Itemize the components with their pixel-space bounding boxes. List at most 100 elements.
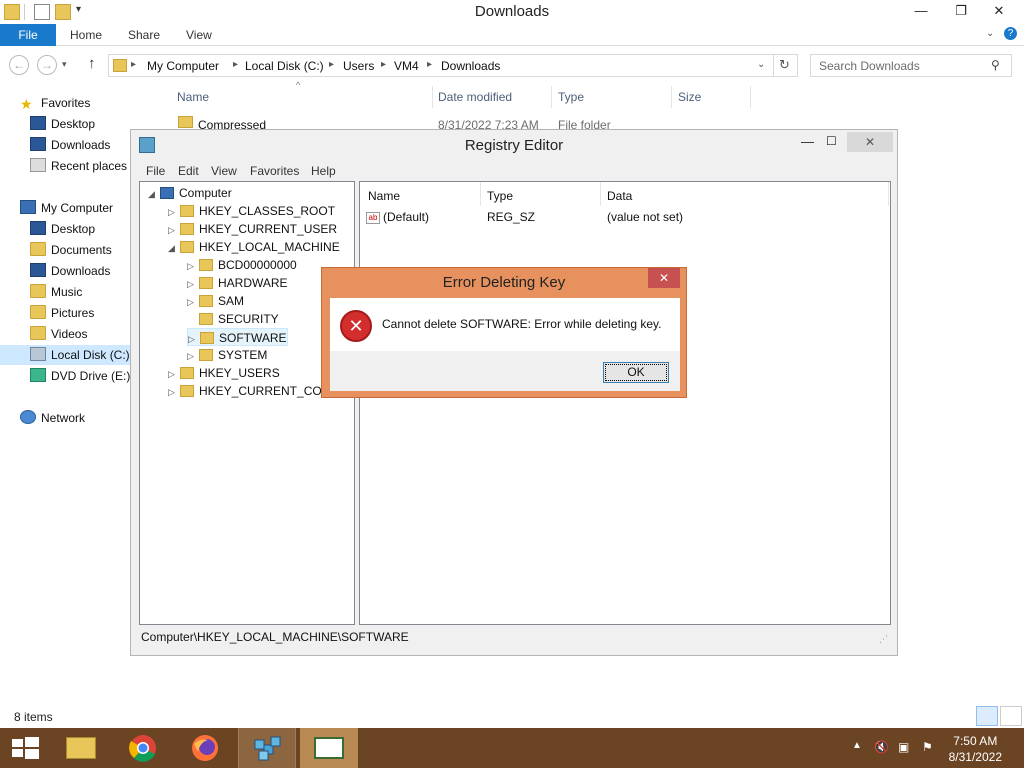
close-button[interactable]: ✕: [847, 132, 893, 152]
tree-label: Computer: [179, 186, 232, 200]
menu-file[interactable]: File: [146, 164, 165, 178]
breadcrumb-separator[interactable]: ▸: [329, 59, 334, 70]
recent-locations-icon[interactable]: ▾: [62, 59, 67, 70]
menu-view[interactable]: View: [211, 164, 237, 178]
expand-icon[interactable]: ▷: [187, 293, 199, 311]
nav-item-desktop[interactable]: Desktop: [30, 219, 95, 239]
tree-item-computer[interactable]: ◢ Computer: [148, 184, 232, 202]
refresh-icon[interactable]: ↻: [779, 57, 790, 73]
expand-icon[interactable]: ▷: [187, 257, 199, 275]
breadcrumb-separator[interactable]: ▸: [131, 59, 136, 70]
breadcrumb-users[interactable]: Users: [343, 59, 374, 73]
dialog-close-button[interactable]: ✕: [648, 268, 680, 288]
network-status-icon[interactable]: ▣: [898, 740, 909, 754]
nav-item-videos[interactable]: Videos: [30, 324, 87, 344]
column-header-type[interactable]: Type: [487, 189, 513, 203]
address-dropdown-icon[interactable]: ⌄: [757, 59, 765, 70]
expand-icon[interactable]: ▷: [168, 203, 180, 221]
minimize-button[interactable]: —: [801, 134, 814, 149]
expand-icon[interactable]: ▷: [168, 221, 180, 239]
tree-item-software[interactable]: ▷ SOFTWARE: [187, 328, 288, 346]
resize-grip-icon[interactable]: ⋰: [879, 634, 888, 645]
nav-item-documents[interactable]: Documents: [30, 240, 112, 260]
ribbon-expand-icon[interactable]: ⌄: [986, 28, 994, 39]
clock[interactable]: 7:50 AM 8/31/2022: [949, 733, 1002, 765]
breadcrumb-separator[interactable]: ▸: [381, 59, 386, 70]
large-icons-view-icon[interactable]: [1000, 706, 1022, 726]
menu-favorites[interactable]: Favorites: [250, 164, 299, 178]
nav-item-desktop[interactable]: Desktop: [30, 114, 95, 134]
tree-item-hardware[interactable]: ▷ HARDWARE: [187, 274, 288, 292]
nav-item-music[interactable]: Music: [30, 282, 82, 302]
tree-item-bcd[interactable]: ▷ BCD00000000: [187, 256, 297, 274]
column-header-name[interactable]: Name: [177, 90, 209, 104]
tree-item-system[interactable]: ▷ SYSTEM: [187, 346, 267, 364]
item-count: 8 items: [14, 710, 53, 724]
taskbar-wordpad[interactable]: [300, 728, 358, 768]
search-input[interactable]: Search Downloads ⚲: [810, 54, 1012, 77]
tab-file[interactable]: File: [0, 24, 56, 46]
nav-item-recent-places[interactable]: Recent places: [30, 156, 127, 176]
tree-item-hkcc[interactable]: ▷ HKEY_CURRENT_CONI: [168, 382, 334, 400]
show-hidden-icons-icon[interactable]: ▲: [852, 740, 862, 751]
tree-item-hkcr[interactable]: ▷ HKEY_CLASSES_ROOT: [168, 202, 335, 220]
taskbar-file-explorer[interactable]: [52, 728, 110, 768]
start-button[interactable]: [0, 728, 58, 768]
tab-share[interactable]: Share: [128, 24, 160, 46]
taskbar-registry-editor[interactable]: [238, 728, 296, 768]
menu-edit[interactable]: Edit: [178, 164, 199, 178]
maximize-button[interactable]: ☐: [826, 134, 837, 148]
breadcrumb-my-computer[interactable]: My Computer: [147, 59, 219, 73]
breadcrumb-local-disk[interactable]: Local Disk (C:): [245, 59, 324, 73]
back-icon[interactable]: ←: [9, 55, 29, 75]
close-button[interactable]: ✕: [984, 0, 1014, 22]
menu-help[interactable]: Help: [311, 164, 336, 178]
help-icon[interactable]: ?: [1004, 27, 1017, 40]
expand-icon[interactable]: ▷: [187, 275, 199, 293]
collapse-icon[interactable]: ◢: [148, 185, 160, 203]
breadcrumb-separator[interactable]: ▸: [233, 59, 238, 70]
nav-item-pictures[interactable]: Pictures: [30, 303, 94, 323]
breadcrumb-separator[interactable]: ▸: [427, 59, 432, 70]
expand-icon[interactable]: ▷: [187, 347, 199, 365]
tree-item-hku[interactable]: ▷ HKEY_USERS: [168, 364, 280, 382]
tab-view[interactable]: View: [186, 24, 212, 46]
nav-favorites[interactable]: ★ Favorites: [20, 93, 90, 113]
column-header-type[interactable]: Type: [558, 90, 584, 104]
up-icon[interactable]: ↑: [88, 55, 96, 72]
nav-item-downloads[interactable]: Downloads: [30, 261, 110, 281]
breadcrumb-vm4[interactable]: VM4: [394, 59, 419, 73]
tree-item-hkcu[interactable]: ▷ HKEY_CURRENT_USER: [168, 220, 337, 238]
breadcrumb-downloads[interactable]: Downloads: [441, 59, 500, 73]
details-view-icon[interactable]: [976, 706, 998, 726]
action-center-icon[interactable]: ⚑: [922, 740, 933, 754]
ok-button[interactable]: OK: [603, 362, 669, 383]
tree-item-sam[interactable]: ▷ SAM: [187, 292, 244, 310]
value-type: REG_SZ: [487, 210, 536, 224]
maximize-button[interactable]: ❐: [946, 0, 976, 22]
address-bar[interactable]: ▸ My Computer ▸ Local Disk (C:) ▸ Users …: [108, 54, 798, 77]
taskbar-firefox[interactable]: [176, 728, 234, 768]
nav-item-local-disk[interactable]: Local Disk (C:): [0, 345, 135, 365]
volume-muted-icon[interactable]: 🔇: [874, 740, 889, 754]
collapse-icon[interactable]: ◢: [168, 239, 180, 257]
column-header-name[interactable]: Name: [368, 189, 400, 203]
expand-icon[interactable]: ▷: [168, 383, 180, 401]
nav-network[interactable]: Network: [20, 408, 85, 428]
nav-label: Favorites: [41, 96, 91, 110]
expand-icon[interactable]: ▷: [168, 365, 180, 383]
minimize-button[interactable]: —: [906, 0, 936, 22]
search-icon[interactable]: ⚲: [991, 58, 1000, 72]
nav-item-downloads[interactable]: Downloads: [30, 135, 110, 155]
column-header-date-modified[interactable]: Date modified: [438, 90, 512, 104]
nav-my-computer[interactable]: My Computer: [20, 198, 113, 218]
tab-home[interactable]: Home: [70, 24, 102, 46]
nav-item-dvd-drive[interactable]: DVD Drive (E:) E: [30, 366, 142, 386]
taskbar-chrome[interactable]: [114, 728, 172, 768]
string-value-icon: ab: [366, 212, 380, 224]
column-header-size[interactable]: Size: [678, 90, 701, 104]
tree-item-security[interactable]: SECURITY: [187, 310, 279, 328]
column-header-data[interactable]: Data: [607, 189, 632, 203]
tree-item-hklm[interactable]: ◢ HKEY_LOCAL_MACHINE: [168, 238, 340, 256]
forward-icon[interactable]: →: [37, 55, 57, 75]
